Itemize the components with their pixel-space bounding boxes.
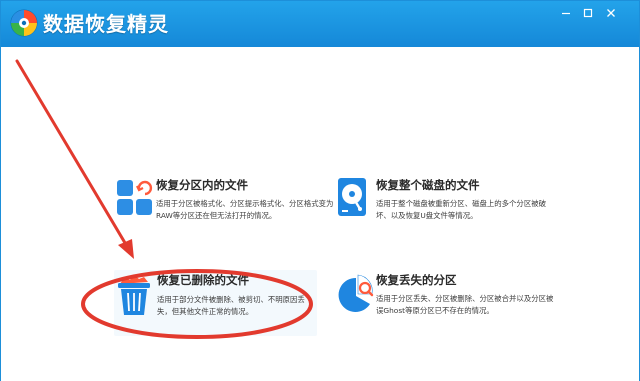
app-logo-icon [10, 9, 38, 37]
option-recover-lost-partition[interactable]: 恢复丢失的分区 适用于分区丢失、分区被删除、分区被合并以及分区被误Ghost等原… [334, 272, 556, 338]
title-bar: 数据恢复精灵 [1, 1, 639, 47]
option-description: 适用于分区丢失、分区被删除、分区被合并以及分区被误Ghost等原分区已不存在的情… [376, 294, 554, 315]
option-description: 适用于分区被格式化、分区提示格式化、分区格式变为RAW等分区还在但无法打开的情况… [156, 199, 334, 220]
app-title: 数据恢复精灵 [43, 12, 169, 36]
main-content: 恢复分区内的文件 适用于分区被格式化、分区提示格式化、分区格式变为RAW等分区还… [1, 47, 639, 381]
app-window: 数据恢复精灵 恢复分区内的文件 适用于分区被格式化、分区提示格式化、分区格式变为… [0, 0, 640, 381]
minimize-icon [562, 12, 570, 15]
option-description: 适用于部分文件被删除、被剪切、不明原因丢失，但其他文件正常的情况。 [157, 295, 305, 316]
option-recover-deleted-files[interactable]: 恢复已删除的文件 适用于部分文件被删除、被剪切、不明原因丢失，但其他文件正常的情… [114, 270, 317, 336]
maximize-button[interactable] [578, 3, 598, 23]
close-icon [607, 9, 615, 17]
lost-partition-icon [338, 274, 374, 312]
recycle-bin-icon [118, 275, 150, 315]
close-button[interactable] [601, 3, 621, 23]
option-recover-partition-files[interactable]: 恢复分区内的文件 适用于分区被格式化、分区提示格式化、分区格式变为RAW等分区还… [114, 177, 336, 243]
option-description: 适用于整个磁盘被重新分区、磁盘上的多个分区被破坏、以及恢复U盘文件等情况。 [376, 199, 546, 220]
option-title: 恢复丢失的分区 [376, 273, 457, 287]
partition-files-icon [117, 180, 153, 215]
option-recover-disk-files[interactable]: 恢复整个磁盘的文件 适用于整个磁盘被重新分区、磁盘上的多个分区被破坏、以及恢复U… [334, 177, 556, 243]
option-title: 恢复整个磁盘的文件 [376, 178, 480, 192]
option-title: 恢复分区内的文件 [156, 178, 248, 192]
maximize-icon [583, 8, 593, 18]
minimize-button[interactable] [556, 3, 576, 23]
disk-icon [338, 178, 366, 216]
option-title: 恢复已删除的文件 [157, 273, 249, 287]
